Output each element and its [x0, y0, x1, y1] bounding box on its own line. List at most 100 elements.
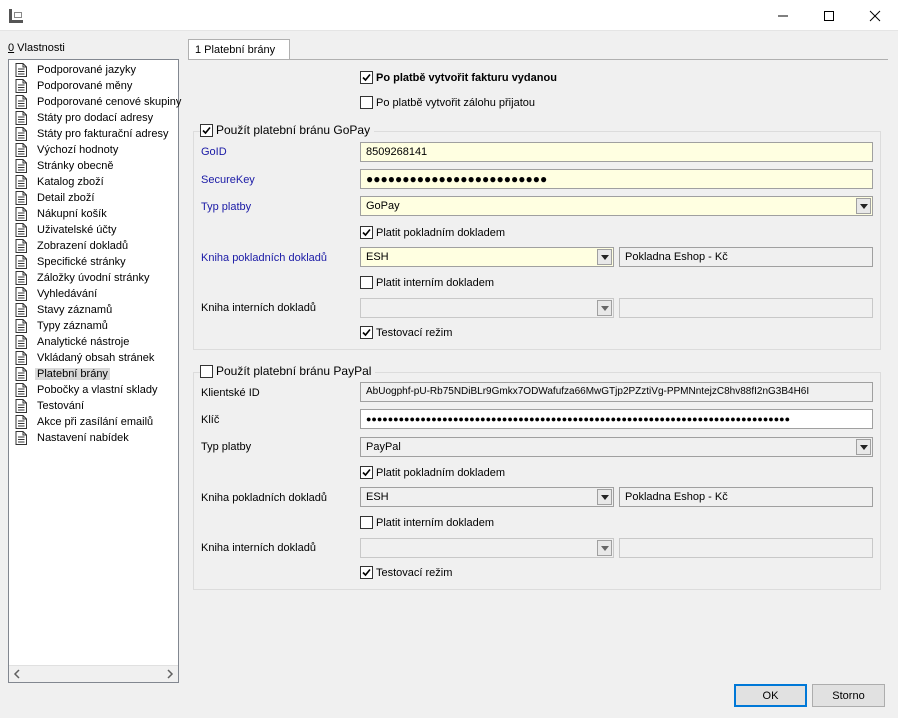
maximize-icon [824, 10, 834, 21]
paypal-enable-label: Použít platební bránu PayPal [216, 364, 372, 378]
gopay-cash-doc-box[interactable] [360, 226, 373, 239]
tree-item-label: Nákupní košík [37, 208, 107, 220]
paypal-test-label: Testovací režim [376, 566, 453, 579]
close-icon [869, 10, 881, 21]
document-icon [15, 399, 27, 413]
gopay-paytype-label: Typ platby [201, 201, 252, 213]
document-icon [15, 127, 27, 141]
document-icon [15, 271, 27, 285]
chevron-down-icon [859, 444, 868, 450]
checkmark-icon [362, 228, 371, 237]
securekey-input[interactable]: ●●●●●●●●●●●●●●●●●●●●●●●●● [360, 169, 873, 189]
paypal-test-checkbox[interactable]: Testovací režim [360, 566, 452, 579]
paypal-client-label: Klientské ID [201, 387, 260, 399]
document-icon [15, 175, 27, 189]
tree-item[interactable]: Specifické stránky [9, 254, 178, 270]
tree-item[interactable]: Podporované měny [9, 78, 178, 94]
gopay-enable-label: Použít platební bránu GoPay [216, 123, 371, 137]
tree-item[interactable]: Vkládaný obsah stránek [9, 350, 178, 366]
tree-item-label: Výchozí hodnoty [37, 144, 119, 156]
paypal-cash-book-select[interactable]: ESH [360, 487, 614, 507]
tab-platebni-brany[interactable]: 1 Platební brány [188, 39, 290, 60]
ok-button[interactable]: OK [734, 684, 807, 707]
gopay-cash-book-dropdown-button[interactable] [597, 249, 612, 265]
tree-item[interactable]: Analytické nástroje [9, 334, 178, 350]
tree-item[interactable]: Státy pro fakturační adresy [9, 126, 178, 142]
paypal-cash-book-value: ESH [366, 491, 389, 503]
tree-item[interactable]: Podporované jazyky [9, 62, 178, 78]
paypal-key-input[interactable]: ●●●●●●●●●●●●●●●●●●●●●●●●●●●●●●●●●●●●●●●●… [360, 409, 873, 429]
document-icon [15, 95, 27, 109]
tree-item[interactable]: Podporované cenové skupiny [9, 94, 181, 110]
scroll-right-icon[interactable] [166, 669, 174, 679]
tree-item[interactable]: Státy pro dodací adresy [9, 110, 178, 126]
tree-item[interactable]: Platební brány [9, 366, 178, 382]
gopay-enable-box[interactable] [200, 123, 213, 137]
maximize-button[interactable] [806, 0, 852, 31]
document-icon [15, 351, 27, 365]
tree-item[interactable]: Vyhledávání [9, 286, 178, 302]
paypal-internal-doc-checkbox[interactable]: Platit interním dokladem [360, 516, 494, 529]
tree-item[interactable]: Testování [9, 398, 178, 414]
paypal-internal-book-dropdown-button[interactable] [597, 540, 612, 556]
goid-input[interactable]: 8509268141 [360, 142, 873, 162]
invoice-checkbox-box[interactable] [360, 71, 373, 84]
tree-item[interactable]: Uživatelské účty [9, 222, 178, 238]
properties-tree[interactable]: Podporované jazyky Podporované měny Podpor… [8, 59, 181, 683]
checkmark-icon [362, 568, 371, 577]
minimize-button[interactable] [760, 0, 806, 31]
tree-item-label: Vkládaný obsah stránek [37, 352, 155, 364]
paypal-internal-doc-box[interactable] [360, 516, 373, 529]
gopay-enable-checkbox[interactable]: Použít platební bránu GoPay [200, 123, 375, 137]
paypal-paytype-select[interactable]: PayPal [360, 437, 873, 457]
tree-item[interactable]: Detail zboží [9, 190, 178, 206]
tree-item[interactable]: Pobočky a vlastní sklady [9, 382, 178, 398]
paypal-paytype-dropdown-button[interactable] [856, 439, 871, 455]
tree-item[interactable]: Katalog zboží [9, 174, 178, 190]
tree-item[interactable]: Výchozí hodnoty [9, 142, 178, 158]
tree-item-label: Státy pro dodací adresy [37, 112, 154, 124]
tree-item[interactable]: Stránky obecně [9, 158, 178, 174]
document-icon [15, 383, 27, 397]
gopay-cash-doc-checkbox[interactable]: Platit pokladním dokladem [360, 226, 505, 239]
tree-item[interactable]: Nákupní košík [9, 206, 178, 222]
gopay-paytype-dropdown-button[interactable] [856, 198, 871, 214]
gopay-internal-doc-checkbox[interactable]: Platit interním dokladem [360, 276, 494, 289]
tree-item-label: Stavy záznamů [37, 304, 113, 316]
gopay-internal-book-dropdown-button[interactable] [597, 300, 612, 316]
tree-item[interactable]: Akce při zasílání emailů [9, 414, 178, 430]
tree-item[interactable]: Typy záznamů [9, 318, 178, 334]
scroll-left-icon[interactable] [13, 669, 21, 679]
advance-checkbox-box[interactable] [360, 96, 373, 109]
paypal-cash-doc-box[interactable] [360, 466, 373, 479]
invoice-checkbox[interactable]: Po platbě vytvořit fakturu vydanou [360, 71, 557, 84]
gopay-internal-book-name [619, 298, 873, 318]
tree-item-label: Státy pro fakturační adresy [37, 128, 169, 140]
invoice-checkbox-label: Po platbě vytvořit fakturu vydanou [376, 71, 557, 84]
close-button[interactable] [852, 0, 898, 31]
advance-checkbox[interactable]: Po platbě vytvořit zálohu přijatou [360, 96, 535, 109]
tree-item[interactable]: Stavy záznamů [9, 302, 178, 318]
gopay-paytype-select[interactable]: GoPay [360, 196, 873, 216]
cancel-button[interactable]: Storno [812, 684, 885, 707]
paypal-enable-box[interactable] [200, 364, 213, 378]
tree-item[interactable]: Nastavení nabídek [9, 430, 178, 446]
paypal-client-input[interactable]: AbUogphf-pU-Rb75NDiBLr9Gmkx7ODWafufza66M… [360, 382, 873, 402]
gopay-cash-book-select[interactable]: ESH [360, 247, 614, 267]
tree-item[interactable]: Zobrazení dokladů [9, 238, 178, 254]
paypal-cash-book-dropdown-button[interactable] [597, 489, 612, 505]
paypal-test-box[interactable] [360, 566, 373, 579]
gopay-internal-book-select[interactable] [360, 298, 614, 318]
horizontal-scrollbar[interactable] [9, 665, 178, 682]
paypal-internal-book-select[interactable] [360, 538, 614, 558]
tree-item[interactable]: Záložky úvodní stránky [9, 270, 178, 286]
tree-item-label: Testování [37, 400, 85, 412]
gopay-test-box[interactable] [360, 326, 373, 339]
document-icon [15, 159, 27, 173]
paypal-paytype-label: Typ platby [201, 441, 252, 453]
gopay-test-checkbox[interactable]: Testovací režim [360, 326, 452, 339]
document-icon [15, 287, 27, 301]
paypal-cash-doc-checkbox[interactable]: Platit pokladním dokladem [360, 466, 505, 479]
gopay-internal-doc-box[interactable] [360, 276, 373, 289]
paypal-enable-checkbox[interactable]: Použít platební bránu PayPal [200, 364, 376, 378]
